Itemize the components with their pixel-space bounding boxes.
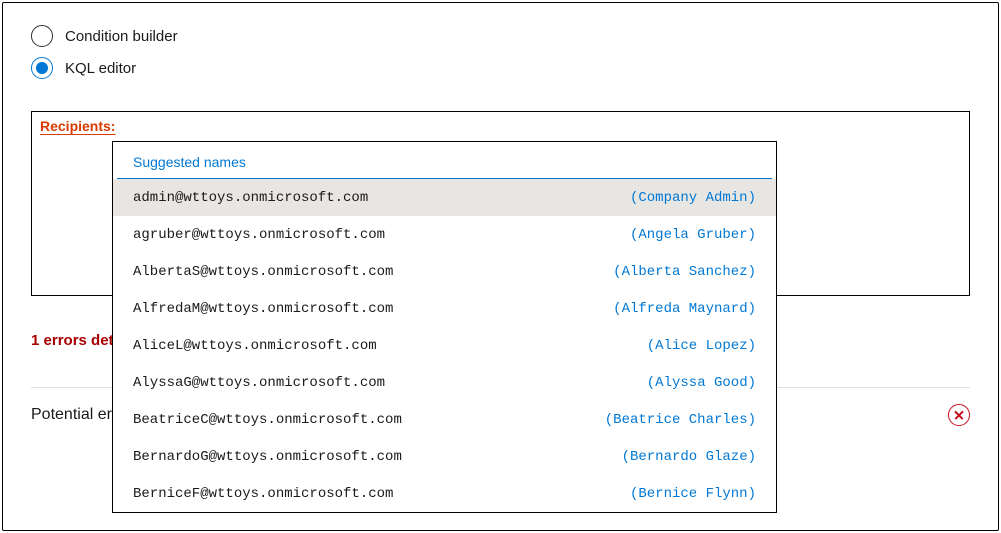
suggested-name-item[interactable]: AlbertaS@wttoys.onmicrosoft.com (Alberta …: [113, 253, 776, 290]
suggested-name-email: agruber@wttoys.onmicrosoft.com: [133, 227, 385, 243]
mode-radio-condition[interactable]: Condition builder: [31, 25, 970, 47]
suggested-name-item[interactable]: admin@wttoys.onmicrosoft.com (Company Adm…: [113, 179, 776, 216]
radio-icon: [31, 25, 53, 47]
suggested-name-email: AliceL@wttoys.onmicrosoft.com: [133, 338, 377, 354]
suggested-name-email: admin@wttoys.onmicrosoft.com: [133, 190, 368, 206]
suggested-name-display: (Alyssa Good): [647, 375, 756, 391]
suggested-names-flyout: Suggested names admin@wttoys.onmicrosoft…: [112, 141, 777, 513]
suggested-name-email: BerniceF@wttoys.onmicrosoft.com: [133, 486, 393, 502]
mode-radio-label: KQL editor: [65, 60, 136, 77]
suggested-names-header: Suggested names: [113, 142, 776, 178]
suggested-name-item[interactable]: BernardoG@wttoys.onmicrosoft.com (Bernard…: [113, 438, 776, 475]
suggested-name-email: BernardoG@wttoys.onmicrosoft.com: [133, 449, 402, 465]
suggested-name-display: (Angela Gruber): [630, 227, 756, 243]
suggested-name-item[interactable]: AlyssaG@wttoys.onmicrosoft.com (Alyssa Go…: [113, 364, 776, 401]
suggested-name-email: AlfredaM@wttoys.onmicrosoft.com: [133, 301, 393, 317]
close-icon[interactable]: [948, 404, 970, 426]
suggested-names-list: admin@wttoys.onmicrosoft.com (Company Adm…: [113, 179, 776, 512]
suggested-name-display: (Alberta Sanchez): [613, 264, 756, 280]
suggested-name-email: AlyssaG@wttoys.onmicrosoft.com: [133, 375, 385, 391]
suggested-name-display: (Bernice Flynn): [630, 486, 756, 502]
suggested-name-item[interactable]: BerniceF@wttoys.onmicrosoft.com (Bernice …: [113, 475, 776, 512]
suggested-name-email: BeatriceC@wttoys.onmicrosoft.com: [133, 412, 402, 428]
mode-radio-label: Condition builder: [65, 28, 178, 45]
suggested-name-display: (Bernardo Glaze): [622, 449, 756, 465]
suggested-name-item[interactable]: agruber@wttoys.onmicrosoft.com (Angela Gr…: [113, 216, 776, 253]
suggested-name-item[interactable]: AliceL@wttoys.onmicrosoft.com (Alice Lope…: [113, 327, 776, 364]
suggested-name-email: AlbertaS@wttoys.onmicrosoft.com: [133, 264, 393, 280]
mode-radio-kql[interactable]: KQL editor: [31, 57, 970, 79]
suggested-name-item[interactable]: BeatriceC@wttoys.onmicrosoft.com (Beatric…: [113, 401, 776, 438]
suggested-name-display: (Alfreda Maynard): [613, 301, 756, 317]
suggested-name-item[interactable]: AlfredaM@wttoys.onmicrosoft.com (Alfreda …: [113, 290, 776, 327]
recipients-prompt: Recipients:: [40, 118, 115, 134]
radio-selected-icon: [31, 57, 53, 79]
suggested-name-display: (Company Admin): [630, 190, 756, 206]
suggested-name-display: (Beatrice Charles): [605, 412, 756, 428]
suggested-name-display: (Alice Lopez): [647, 338, 756, 354]
